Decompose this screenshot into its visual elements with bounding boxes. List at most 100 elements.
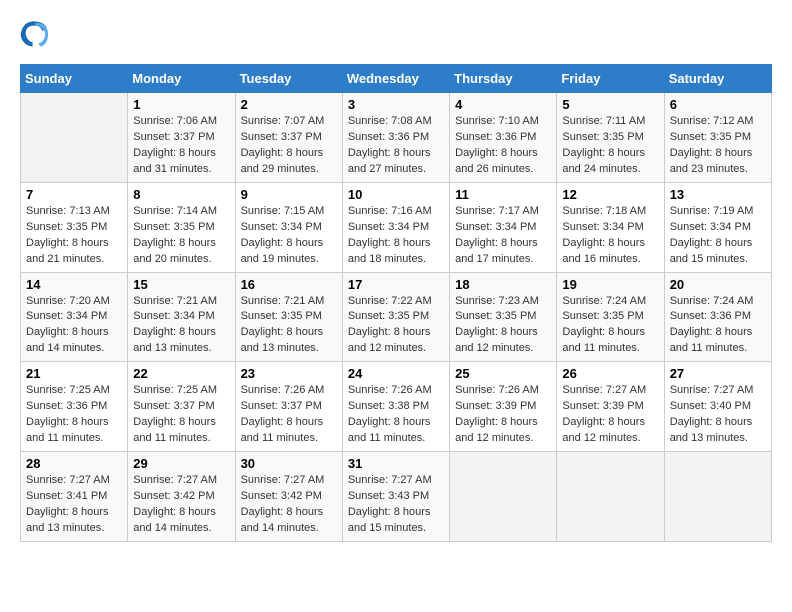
day-info: Sunrise: 7:20 AMSunset: 3:34 PMDaylight:… [26,294,122,358]
day-info: Sunrise: 7:27 AMSunset: 3:41 PMDaylight:… [26,473,122,537]
day-number: 9 [241,187,337,202]
day-cell: 9 Sunrise: 7:15 AMSunset: 3:34 PMDaylight… [235,182,342,272]
day-number: 31 [348,456,444,471]
day-number: 28 [26,456,122,471]
day-number: 13 [670,187,766,202]
day-cell: 24 Sunrise: 7:26 AMSunset: 3:38 PMDayligh… [342,362,449,452]
day-cell: 2 Sunrise: 7:07 AMSunset: 3:37 PMDaylight… [235,93,342,183]
day-info: Sunrise: 7:27 AMSunset: 3:43 PMDaylight:… [348,473,444,537]
day-info: Sunrise: 7:19 AMSunset: 3:34 PMDaylight:… [670,204,766,268]
day-info: Sunrise: 7:24 AMSunset: 3:36 PMDaylight:… [670,294,766,358]
header-cell-thursday: Thursday [450,65,557,93]
day-cell: 26Sunrise: 7:27 AMSunset: 3:39 PMDayligh… [557,362,664,452]
day-info: Sunrise: 7:27 AMSunset: 3:42 PMDaylight:… [241,473,337,537]
day-cell: 14 Sunrise: 7:20 AMSunset: 3:34 PMDayligh… [21,272,128,362]
day-info: Sunrise: 7:18 AMSunset: 3:34 PMDaylight:… [562,204,658,268]
day-cell [450,452,557,542]
day-cell [557,452,664,542]
day-info: Sunrise: 7:25 AMSunset: 3:36 PMDaylight:… [26,383,122,447]
day-number: 18 [455,277,551,292]
day-cell: 11 Sunrise: 7:17 AMSunset: 3:34 PMDayligh… [450,182,557,272]
header-cell-saturday: Saturday [664,65,771,93]
day-number: 12 [562,187,658,202]
day-number: 24 [348,366,444,381]
day-info: Sunrise: 7:06 AMSunset: 3:37 PMDaylight:… [133,114,229,178]
header-cell-tuesday: Tuesday [235,65,342,93]
page-header [20,20,772,48]
day-info: Sunrise: 7:27 AMSunset: 3:40 PMDaylight:… [670,383,766,447]
day-number: 8 [133,187,229,202]
day-cell: 5 Sunrise: 7:11 AMSunset: 3:35 PMDaylight… [557,93,664,183]
day-number: 11 [455,187,551,202]
day-cell: 1 Sunrise: 7:06 AMSunset: 3:37 PMDaylight… [128,93,235,183]
day-number: 26 [562,366,658,381]
day-number: 3 [348,97,444,112]
day-number: 20 [670,277,766,292]
day-info: Sunrise: 7:13 AMSunset: 3:35 PMDaylight:… [26,204,122,268]
day-number: 2 [241,97,337,112]
day-cell: 7 Sunrise: 7:13 AMSunset: 3:35 PMDaylight… [21,182,128,272]
day-info: Sunrise: 7:26 AMSunset: 3:39 PMDaylight:… [455,383,551,447]
day-number: 6 [670,97,766,112]
day-cell: 30 Sunrise: 7:27 AMSunset: 3:42 PMDayligh… [235,452,342,542]
day-cell: 4Sunrise: 7:10 AMSunset: 3:36 PMDaylight… [450,93,557,183]
day-cell: 16 Sunrise: 7:21 AMSunset: 3:35 PMDayligh… [235,272,342,362]
day-cell: 20 Sunrise: 7:24 AMSunset: 3:36 PMDayligh… [664,272,771,362]
day-cell: 31 Sunrise: 7:27 AMSunset: 3:43 PMDayligh… [342,452,449,542]
header-cell-sunday: Sunday [21,65,128,93]
day-info: Sunrise: 7:21 AMSunset: 3:35 PMDaylight:… [241,294,337,358]
day-cell: 10 Sunrise: 7:16 AMSunset: 3:34 PMDayligh… [342,182,449,272]
day-info: Sunrise: 7:10 AMSunset: 3:36 PMDaylight:… [455,114,551,178]
day-cell: 23 Sunrise: 7:26 AMSunset: 3:37 PMDayligh… [235,362,342,452]
day-cell: 17Sunrise: 7:22 AMSunset: 3:35 PMDayligh… [342,272,449,362]
day-info: Sunrise: 7:07 AMSunset: 3:37 PMDaylight:… [241,114,337,178]
day-cell: 8 Sunrise: 7:14 AMSunset: 3:35 PMDaylight… [128,182,235,272]
day-info: Sunrise: 7:27 AMSunset: 3:42 PMDaylight:… [133,473,229,537]
day-number: 19 [562,277,658,292]
day-cell: 18 Sunrise: 7:23 AMSunset: 3:35 PMDayligh… [450,272,557,362]
day-cell: 13 Sunrise: 7:19 AMSunset: 3:34 PMDayligh… [664,182,771,272]
day-number: 21 [26,366,122,381]
week-row-1: 1 Sunrise: 7:06 AMSunset: 3:37 PMDaylight… [21,93,772,183]
day-number: 1 [133,97,229,112]
header-cell-monday: Monday [128,65,235,93]
day-number: 30 [241,456,337,471]
day-number: 7 [26,187,122,202]
day-number: 23 [241,366,337,381]
day-number: 22 [133,366,229,381]
day-info: Sunrise: 7:16 AMSunset: 3:34 PMDaylight:… [348,204,444,268]
day-info: Sunrise: 7:15 AMSunset: 3:34 PMDaylight:… [241,204,337,268]
day-number: 15 [133,277,229,292]
day-info: Sunrise: 7:21 AMSunset: 3:34 PMDaylight:… [133,294,229,358]
logo-icon [20,20,48,48]
day-number: 16 [241,277,337,292]
day-number: 10 [348,187,444,202]
header-cell-wednesday: Wednesday [342,65,449,93]
day-cell: 19Sunrise: 7:24 AMSunset: 3:35 PMDayligh… [557,272,664,362]
day-cell: 12 Sunrise: 7:18 AMSunset: 3:34 PMDayligh… [557,182,664,272]
day-number: 25 [455,366,551,381]
day-cell: 25 Sunrise: 7:26 AMSunset: 3:39 PMDayligh… [450,362,557,452]
day-number: 5 [562,97,658,112]
day-info: Sunrise: 7:11 AMSunset: 3:35 PMDaylight:… [562,114,658,178]
day-info: Sunrise: 7:17 AMSunset: 3:34 PMDaylight:… [455,204,551,268]
day-info: Sunrise: 7:23 AMSunset: 3:35 PMDaylight:… [455,294,551,358]
day-cell: 3Sunrise: 7:08 AMSunset: 3:36 PMDaylight… [342,93,449,183]
day-info: Sunrise: 7:26 AMSunset: 3:38 PMDaylight:… [348,383,444,447]
day-info: Sunrise: 7:26 AMSunset: 3:37 PMDaylight:… [241,383,337,447]
day-cell: 29 Sunrise: 7:27 AMSunset: 3:42 PMDayligh… [128,452,235,542]
header-cell-friday: Friday [557,65,664,93]
logo [20,20,52,48]
day-info: Sunrise: 7:12 AMSunset: 3:35 PMDaylight:… [670,114,766,178]
header-row: SundayMondayTuesdayWednesdayThursdayFrid… [21,65,772,93]
week-row-5: 28 Sunrise: 7:27 AMSunset: 3:41 PMDayligh… [21,452,772,542]
week-row-4: 21 Sunrise: 7:25 AMSunset: 3:36 PMDayligh… [21,362,772,452]
day-cell [664,452,771,542]
day-cell: 28 Sunrise: 7:27 AMSunset: 3:41 PMDayligh… [21,452,128,542]
day-info: Sunrise: 7:14 AMSunset: 3:35 PMDaylight:… [133,204,229,268]
day-number: 29 [133,456,229,471]
day-cell: 22 Sunrise: 7:25 AMSunset: 3:37 PMDayligh… [128,362,235,452]
day-number: 14 [26,277,122,292]
day-number: 27 [670,366,766,381]
day-info: Sunrise: 7:25 AMSunset: 3:37 PMDaylight:… [133,383,229,447]
